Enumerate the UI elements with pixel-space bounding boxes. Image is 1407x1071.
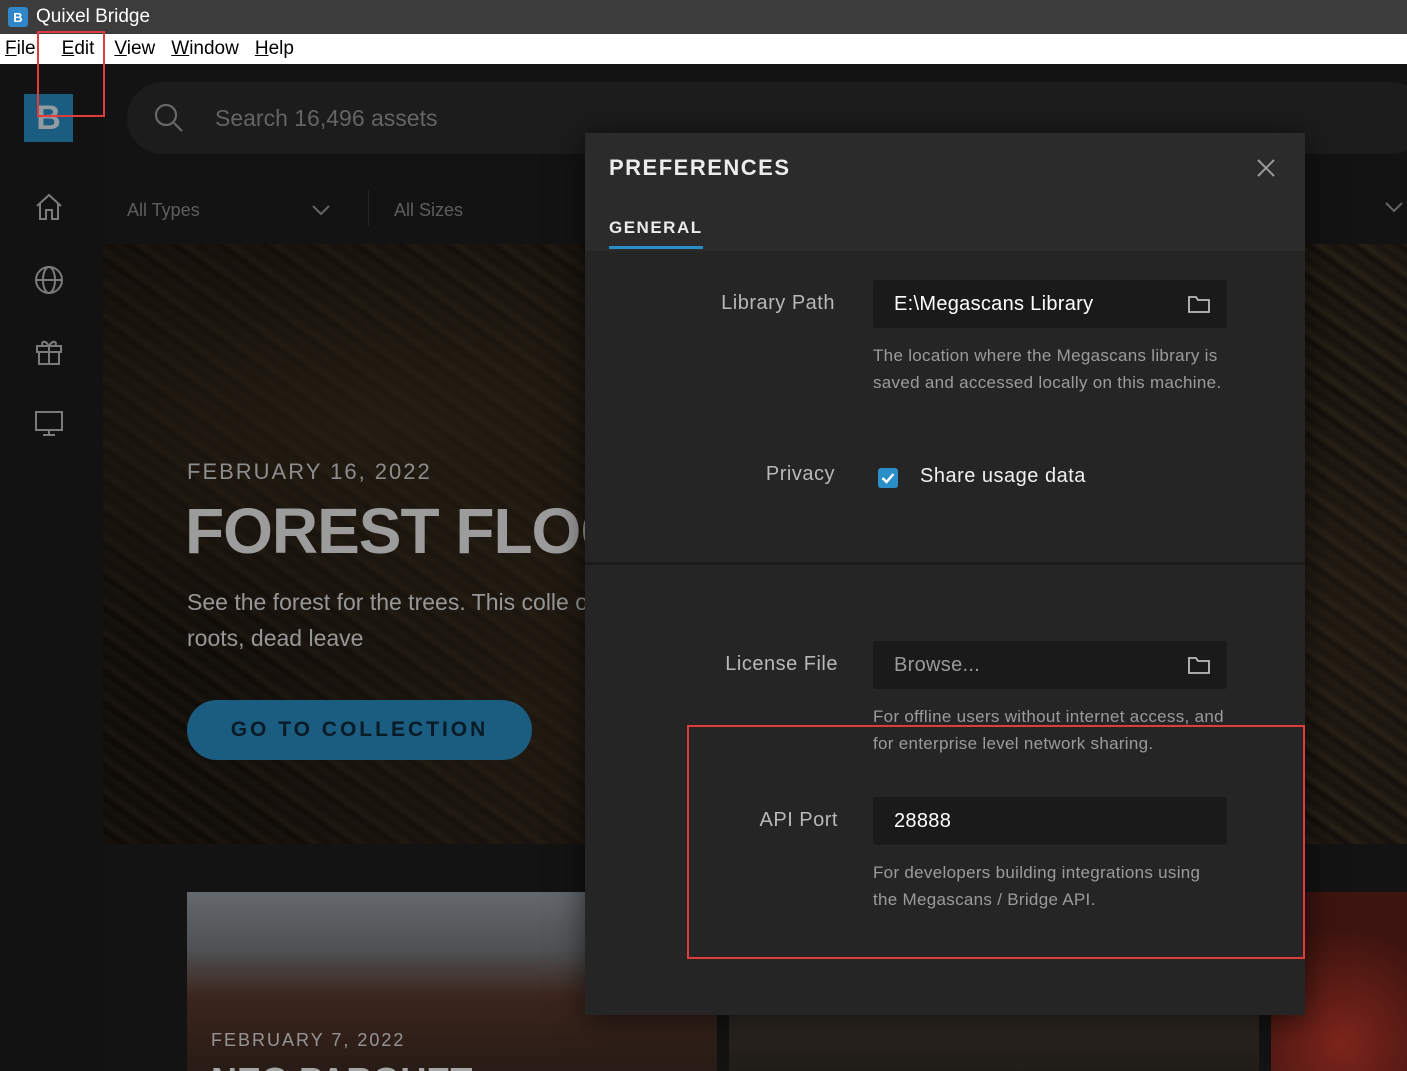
privacy-label: Privacy [765, 463, 835, 485]
share-usage-checkbox[interactable] [878, 468, 898, 488]
license-file-help: For offline users without internet acces… [873, 707, 1224, 753]
checkmark-icon [881, 473, 895, 484]
license-file-field[interactable] [873, 641, 1227, 689]
window-title: Quixel Bridge [36, 6, 151, 27]
menu-edit[interactable]: Edit [57, 38, 104, 60]
library-path-help: The location where the Megascans library… [873, 346, 1222, 392]
menu-window[interactable]: Window [166, 38, 248, 60]
dialog-title: PREFERENCES [609, 155, 791, 180]
tab-general[interactable]: GENERAL [609, 218, 703, 249]
api-port-label: API Port [759, 809, 838, 831]
api-port-field[interactable] [873, 797, 1227, 845]
menu-file[interactable]: File [0, 38, 45, 60]
title-bar: B Quixel Bridge [0, 0, 1407, 34]
app-icon: B [8, 7, 28, 27]
menu-help[interactable]: Help [250, 38, 303, 60]
library-path-input[interactable] [873, 292, 1187, 316]
menu-bar: File Edit View Window Help [0, 34, 1407, 64]
api-port-help: For developers building integrations usi… [873, 863, 1201, 909]
library-path-label: Library Path [721, 292, 835, 314]
preferences-dialog: PREFERENCES GENERAL Library Path The loc… [585, 133, 1305, 1015]
dialog-header: PREFERENCES GENERAL [585, 133, 1305, 251]
library-path-field[interactable] [873, 280, 1227, 328]
folder-icon[interactable] [1187, 654, 1211, 676]
share-usage-label[interactable]: Share usage data [920, 465, 1086, 488]
folder-icon[interactable] [1187, 293, 1211, 315]
menu-view[interactable]: View [109, 38, 164, 60]
section-divider [585, 562, 1305, 565]
license-file-input[interactable] [873, 653, 1187, 677]
license-file-label: License File [725, 653, 838, 675]
api-port-input[interactable] [873, 809, 1227, 833]
close-button[interactable] [1252, 155, 1280, 183]
close-icon [1257, 158, 1275, 177]
